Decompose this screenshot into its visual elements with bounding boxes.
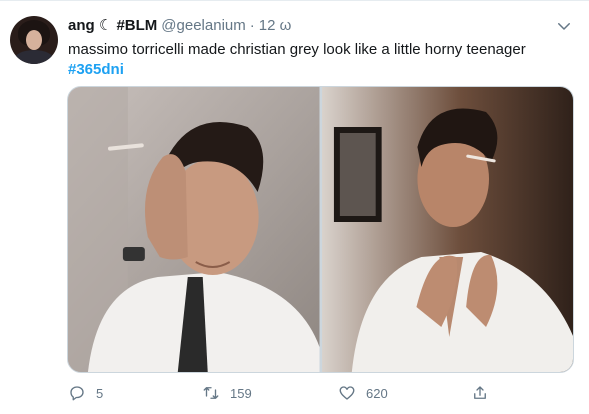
reply-count: 5: [96, 385, 104, 401]
chevron-down-icon[interactable]: [555, 17, 573, 35]
hashtag-link[interactable]: #365dni: [68, 60, 124, 80]
tweet-media[interactable]: [67, 86, 574, 373]
heart-icon: [339, 386, 355, 400]
tweet-header: ang ☾ #BLM @geelanium · 12 ω: [68, 15, 291, 35]
timestamp[interactable]: 12 ω: [259, 17, 292, 34]
divider: [0, 0, 589, 1]
tweet-text: massimo torricelli made christian grey l…: [68, 41, 526, 58]
avatar[interactable]: [10, 16, 58, 64]
reply-button[interactable]: 5: [68, 382, 103, 404]
tweet[interactable]: ang ☾ #BLM @geelanium · 12 ω massimo tor…: [0, 0, 589, 414]
reply-icon: [70, 386, 84, 401]
share-button[interactable]: [471, 382, 489, 404]
separator-dot: ·: [249, 16, 255, 34]
photo-right[interactable]: [321, 87, 573, 372]
like-button[interactable]: 620: [338, 382, 388, 404]
retweet-count: 159: [230, 385, 252, 401]
tweet-actions: 5 159 620: [68, 382, 508, 404]
retweet-button[interactable]: 159: [202, 382, 252, 404]
display-name[interactable]: ang ☾ #BLM: [68, 16, 157, 34]
like-count: 620: [366, 385, 388, 401]
retweet-icon: [203, 387, 219, 399]
share-icon: [474, 386, 486, 399]
user-handle[interactable]: @geelanium: [161, 17, 245, 34]
photo-left[interactable]: [68, 87, 320, 372]
